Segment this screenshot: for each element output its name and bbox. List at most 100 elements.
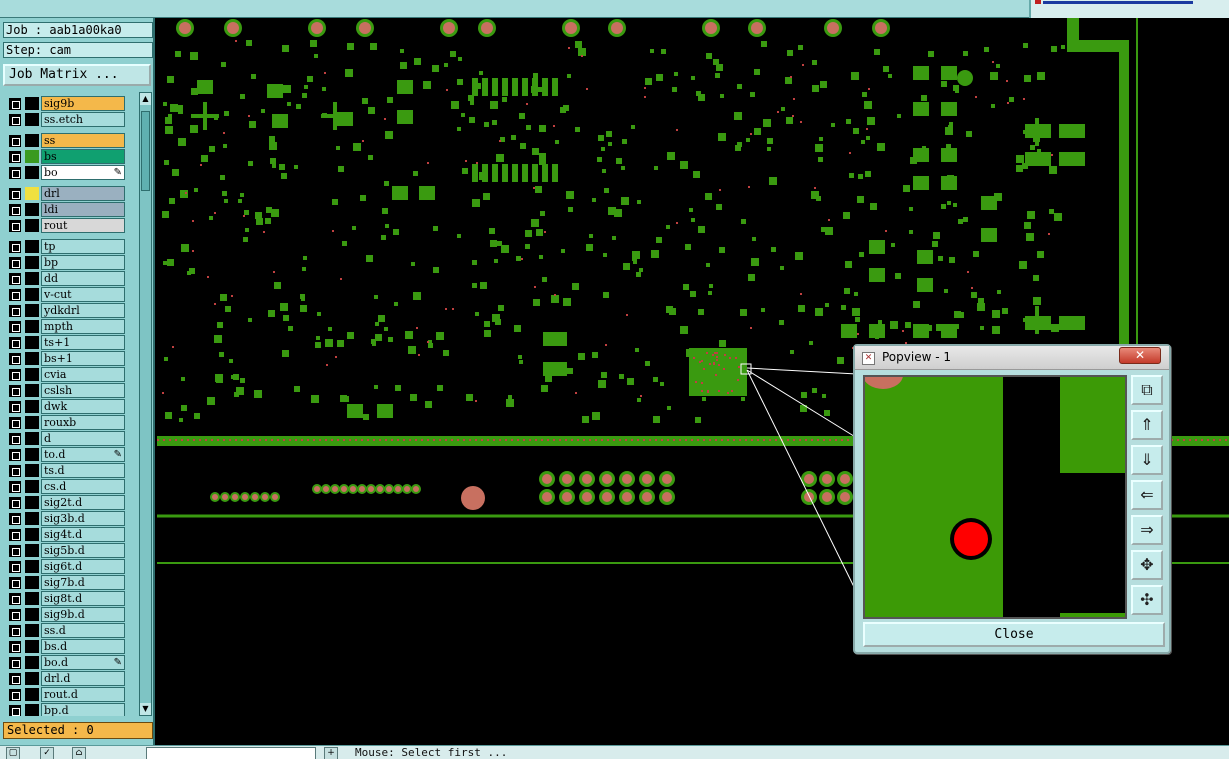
pan-left-icon[interactable]: ⇐ <box>1131 480 1163 510</box>
layer-row[interactable]: ldi <box>3 202 136 217</box>
layer-color-swatch[interactable] <box>25 432 39 445</box>
layer-row[interactable]: ydkdrl <box>3 303 136 318</box>
layer-color-swatch[interactable] <box>25 150 39 163</box>
scroll-down-icon[interactable]: ▼ <box>140 703 151 715</box>
layer-name[interactable]: cslsh <box>41 383 125 398</box>
layer-row[interactable]: sig4t.d <box>3 527 136 542</box>
layer-name[interactable]: drl <box>41 186 125 201</box>
layer-checkbox[interactable] <box>9 220 21 232</box>
layer-color-swatch[interactable] <box>25 496 39 509</box>
layer-name[interactable]: ydkdrl <box>41 303 125 318</box>
pan-up-icon[interactable]: ⇑ <box>1131 410 1163 440</box>
layer-name[interactable]: drl.d <box>41 671 125 686</box>
layer-row[interactable]: bp.d <box>3 703 136 716</box>
layer-color-swatch[interactable] <box>25 656 39 669</box>
layer-row[interactable]: dwk <box>3 399 136 414</box>
layer-checkbox[interactable] <box>9 625 21 637</box>
layer-row[interactable]: to.d ✎ <box>3 447 136 462</box>
layer-checkbox[interactable] <box>9 561 21 573</box>
layer-color-swatch[interactable] <box>25 219 39 232</box>
layer-name[interactable]: v-cut <box>41 287 125 302</box>
plus-icon[interactable]: + <box>324 747 338 759</box>
layer-list-scrollbar[interactable]: ▲ ▼ <box>139 92 152 716</box>
layer-name[interactable]: ts+1 <box>41 335 125 350</box>
layer-row[interactable]: ts.d <box>3 463 136 478</box>
layer-checkbox[interactable] <box>9 609 21 621</box>
layer-row[interactable]: bs+1 <box>3 351 136 366</box>
layer-row[interactable]: bo.d ✎ <box>3 655 136 670</box>
layer-row[interactable]: sig9b <box>3 96 136 111</box>
layer-name[interactable]: sig2t.d <box>41 495 125 510</box>
layer-row[interactable]: d <box>3 431 136 446</box>
popview-titlebar[interactable]: ✕ Popview - 1 ✕ <box>855 346 1169 370</box>
layer-row[interactable]: bs <box>3 149 136 164</box>
layer-color-swatch[interactable] <box>25 576 39 589</box>
layer-checkbox[interactable] <box>9 321 21 333</box>
job-matrix-button[interactable]: Job Matrix ... <box>3 64 151 86</box>
layer-checkbox[interactable] <box>9 241 21 253</box>
layer-name[interactable]: d <box>41 431 125 446</box>
popview-window[interactable]: ✕ Popview - 1 ✕ ⧉ ⇑ ⇓ ⇐ ⇒ ✥ ✣ Close <box>853 344 1171 654</box>
layer-checkbox[interactable] <box>9 433 21 445</box>
popview-close-button[interactable]: Close <box>863 622 1165 647</box>
layer-color-swatch[interactable] <box>25 560 39 573</box>
layer-row[interactable]: ts+1 <box>3 335 136 350</box>
layer-checkbox[interactable] <box>9 204 21 216</box>
layer-row[interactable]: sig8t.d <box>3 591 136 606</box>
layer-row[interactable]: sig3b.d <box>3 511 136 526</box>
layer-name[interactable]: sig9b <box>41 96 125 111</box>
layer-name[interactable]: bo.d ✎ <box>41 655 125 670</box>
layer-color-swatch[interactable] <box>25 464 39 477</box>
layer-color-swatch[interactable] <box>25 512 39 525</box>
layer-checkbox[interactable] <box>9 689 21 701</box>
layer-row[interactable]: ss <box>3 133 136 148</box>
layer-name[interactable]: rout.d <box>41 687 125 702</box>
layer-color-swatch[interactable] <box>25 256 39 269</box>
layer-checkbox[interactable] <box>9 305 21 317</box>
layer-name[interactable]: tp <box>41 239 125 254</box>
layer-name[interactable]: bs.d <box>41 639 125 654</box>
layer-checkbox[interactable] <box>9 98 21 110</box>
layer-checkbox[interactable] <box>9 337 21 349</box>
layer-color-swatch[interactable] <box>25 672 39 685</box>
layer-checkbox[interactable] <box>9 273 21 285</box>
layer-name[interactable]: ldi <box>41 202 125 217</box>
layer-name[interactable]: sig7b.d <box>41 575 125 590</box>
layer-color-swatch[interactable] <box>25 448 39 461</box>
layer-name[interactable]: ss.etch <box>41 112 125 127</box>
layer-row[interactable]: tp <box>3 239 136 254</box>
layer-color-swatch[interactable] <box>25 272 39 285</box>
layer-checkbox[interactable] <box>9 449 21 461</box>
layer-row[interactable]: sig9b.d <box>3 607 136 622</box>
layer-row[interactable]: cslsh <box>3 383 136 398</box>
window-close-button[interactable]: ✕ <box>1119 347 1161 364</box>
zoom-out-icon[interactable]: ✣ <box>1131 585 1163 615</box>
layer-color-swatch[interactable] <box>25 384 39 397</box>
lock-icon[interactable]: ⌂ <box>72 747 86 759</box>
layer-row[interactable]: dd <box>3 271 136 286</box>
layer-checkbox[interactable] <box>9 545 21 557</box>
layer-row[interactable]: sig6t.d <box>3 559 136 574</box>
layer-name[interactable]: ts.d <box>41 463 125 478</box>
layer-name[interactable]: bo ✎ <box>41 165 125 180</box>
layer-checkbox[interactable] <box>9 401 21 413</box>
layer-color-swatch[interactable] <box>25 688 39 701</box>
layer-color-swatch[interactable] <box>25 113 39 126</box>
layer-checkbox[interactable] <box>9 417 21 429</box>
layer-color-swatch[interactable] <box>25 336 39 349</box>
layer-row[interactable]: bp <box>3 255 136 270</box>
layer-checkbox[interactable] <box>9 497 21 509</box>
command-input[interactable] <box>146 747 316 759</box>
layer-name[interactable]: cvia <box>41 367 125 382</box>
layer-name[interactable]: rout <box>41 218 125 233</box>
popview-zoom-view[interactable] <box>863 375 1127 619</box>
layer-name[interactable]: bp.d <box>41 703 125 716</box>
layer-color-swatch[interactable] <box>25 187 39 200</box>
layer-color-swatch[interactable] <box>25 608 39 621</box>
layer-checkbox[interactable] <box>9 135 21 147</box>
layer-row[interactable]: sig5b.d <box>3 543 136 558</box>
layer-name[interactable]: dwk <box>41 399 125 414</box>
layer-name[interactable]: bp <box>41 255 125 270</box>
layer-name[interactable]: sig5b.d <box>41 543 125 558</box>
layer-color-swatch[interactable] <box>25 704 39 716</box>
